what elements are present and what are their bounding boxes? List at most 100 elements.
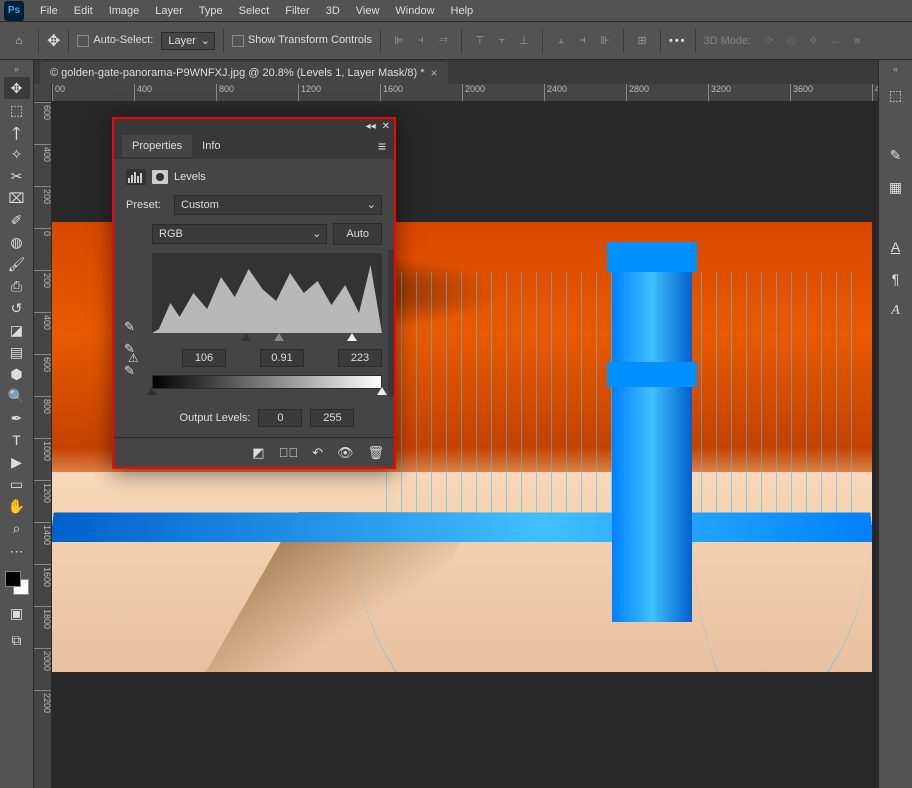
menu-filter[interactable]: Filter [277,5,317,17]
channel-dropdown[interactable]: RGB [152,224,327,244]
type-tool[interactable]: T [4,429,30,451]
close-tab-icon[interactable]: × [431,66,438,80]
ruler-origin[interactable] [34,84,52,102]
menu-window[interactable]: Window [387,5,442,17]
eraser-tool[interactable]: ◪ [4,319,30,341]
align-bottom-icon[interactable]: ⊥ [514,31,534,51]
document-tab[interactable]: © golden-gate-panorama-P9WNFXJ.jpg @ 20.… [40,62,448,84]
dodge-tool[interactable]: 🔍 [4,385,30,407]
crop-tool[interactable]: ✂ [4,165,30,187]
align-top-icon[interactable]: ⊤ [470,31,490,51]
output-hi-input[interactable] [310,409,354,427]
gray-point-eyedropper-icon[interactable]: ✎ [124,341,140,357]
black-point-eyedropper-icon[interactable]: ✎ [124,319,140,335]
align-right-icon[interactable]: ⫤ [433,31,453,51]
color-swatches[interactable] [5,571,29,595]
delete-adjustment-icon[interactable]: 🗑 [367,445,384,461]
output-slider[interactable] [152,389,382,399]
glyphs-panel-icon[interactable]: A [885,300,907,322]
midtone-slider-handle[interactable] [274,333,284,341]
color-panel-icon[interactable]: ✎ [885,144,907,166]
close-panel-icon[interactable]: ✕ [382,121,390,132]
distribute-h-icon[interactable]: ⫠ [551,31,571,51]
align-center-h-icon[interactable]: ⫞ [411,31,431,51]
show-transform-checkbox[interactable]: Show Transform Controls [232,34,372,46]
move-tool[interactable]: ✥ [4,77,30,99]
edit-toolbar-icon[interactable]: ⋯ [4,540,30,562]
screen-mode-icon[interactable]: ⧉ [4,629,30,651]
highlight-input[interactable] [338,349,382,367]
lasso-tool[interactable]: 𐍊 [4,121,30,143]
clip-to-layer-icon[interactable]: ◩ [252,445,264,461]
libraries-panel-icon[interactable]: ⬚ [885,84,907,106]
align-to-icon[interactable]: ⊞ [632,31,652,51]
align-left-icon[interactable]: ⊫ [389,31,409,51]
align-middle-v-icon[interactable]: ⫟ [492,31,512,51]
auto-select-target[interactable]: Layer [161,32,215,50]
auto-button[interactable]: Auto [333,223,382,245]
preset-dropdown[interactable]: Custom [174,195,382,215]
menu-select[interactable]: Select [231,5,278,17]
hand-tool[interactable]: ✋ [4,495,30,517]
output-lo-input[interactable] [258,409,302,427]
input-slider[interactable] [152,335,382,345]
marquee-tool[interactable]: ⬚ [4,99,30,121]
output-hi-handle[interactable] [377,387,387,395]
menu-3d[interactable]: 3D [318,5,348,17]
path-select-tool[interactable]: ▶ [4,451,30,473]
brush-tool[interactable]: 🖌 [4,253,30,275]
shape-tool[interactable]: ▭ [4,473,30,495]
frame-tool[interactable]: ⌧ [4,187,30,209]
quick-mask-icon[interactable]: ▣ [4,602,30,624]
more-options-icon[interactable]: ••• [669,35,687,47]
menu-edit[interactable]: Edit [66,5,101,17]
paragraph-panel-icon[interactable]: ¶ [885,268,907,290]
blur-tool[interactable]: ⬢ [4,363,30,385]
panel-scrollbar[interactable] [388,249,394,397]
collapse-panel-icon[interactable]: ◂◂ [366,121,376,132]
menu-type[interactable]: Type [191,5,231,17]
healing-brush-tool[interactable]: ◍ [4,231,30,253]
canvas[interactable]: ◂◂ ✕ Properties Info ≡ Levels [52,102,878,788]
clone-stamp-tool[interactable]: ⎙ [4,275,30,297]
midtone-input[interactable] [260,349,304,367]
ruler-vertical[interactable]: 6004002000200400600800100012001400160018… [34,102,52,788]
properties-tab[interactable]: Properties [122,135,192,157]
distribute-spacing-icon[interactable]: ⊪ [595,31,615,51]
reset-icon[interactable]: ↶ [312,445,323,461]
tools-panel: » ✥⬚𐍊✧✂⌧✐◍🖌⎙↺◪▤⬢🔍✒T▶▭✋⌕ ⋯ ▣ ⧉ [0,60,34,788]
swatches-panel-icon[interactable]: ▦ [885,176,907,198]
info-tab[interactable]: Info [192,135,230,157]
shadow-input[interactable] [182,349,226,367]
panel-menu-icon[interactable]: ≡ [378,138,386,154]
distribute-v-icon[interactable]: ⫞ [573,31,593,51]
toggle-visibility-icon[interactable]: 👁 [337,445,354,461]
menu-image[interactable]: Image [101,5,148,17]
gradient-tool[interactable]: ▤ [4,341,30,363]
magic-wand-tool[interactable]: ✧ [4,143,30,165]
menu-file[interactable]: File [32,5,66,17]
ruler-horizontal[interactable]: 00400800120016002000240028003200360040 [52,84,878,102]
expand-tools-icon[interactable]: » [14,64,19,74]
view-previous-icon[interactable]: 👁⃠ [279,445,299,460]
output-lo-handle[interactable] [147,387,157,395]
home-button[interactable]: ⌂ [8,30,30,52]
pen-tool[interactable]: ✒ [4,407,30,429]
character-panel-icon[interactable]: A [885,236,907,258]
move-tool-indicator[interactable]: ✥ [47,31,60,51]
history-brush-tool[interactable]: ↺ [4,297,30,319]
menu-help[interactable]: Help [443,5,482,17]
3d-slide-icon: ↔ [825,31,845,51]
white-point-eyedropper-icon[interactable]: ✎ [124,363,140,379]
foreground-color[interactable] [5,571,21,587]
expand-right-icon[interactable]: « [893,64,898,74]
histogram[interactable] [152,253,382,333]
auto-select-checkbox[interactable]: Auto-Select: [77,34,153,46]
shadow-slider-handle[interactable] [241,333,251,341]
menu-layer[interactable]: Layer [147,5,191,17]
eyedropper-tool[interactable]: ✐ [4,209,30,231]
zoom-tool[interactable]: ⌕ [4,517,30,539]
layer-mask-icon[interactable] [152,170,168,184]
highlight-slider-handle[interactable] [347,333,357,341]
menu-view[interactable]: View [348,5,388,17]
